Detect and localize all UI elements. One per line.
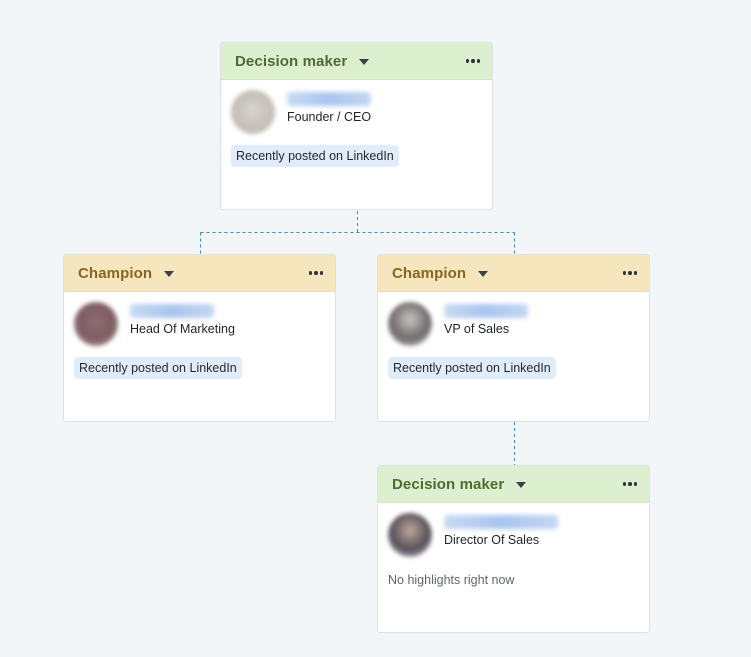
more-options-icon[interactable] [307, 267, 326, 279]
card-header: Champion [64, 255, 335, 292]
highlight-badge[interactable]: Recently posted on LinkedIn [388, 357, 556, 379]
caret-down-icon[interactable] [478, 271, 489, 277]
more-options-icon[interactable] [464, 55, 483, 67]
avatar[interactable] [388, 513, 432, 557]
contact-card[interactable]: Champion Head Of Marketing Recently post… [63, 254, 336, 422]
contact-info: Head Of Marketing [64, 302, 335, 350]
contact-name-redacted[interactable] [287, 92, 371, 106]
org-chart-canvas: Decision maker Founder / CEO Recently po… [0, 0, 751, 657]
card-header: Champion [378, 255, 649, 292]
highlight-badge[interactable]: Recently posted on LinkedIn [231, 145, 399, 167]
job-title: Head Of Marketing [130, 322, 235, 336]
caret-down-icon[interactable] [359, 59, 370, 65]
role-label: Decision maker [235, 52, 348, 70]
contact-name-redacted[interactable] [130, 304, 214, 318]
card-header: Decision maker [378, 466, 649, 503]
contact-name-redacted[interactable] [444, 515, 558, 529]
caret-down-icon[interactable] [164, 271, 175, 277]
contact-card[interactable]: Decision maker Founder / CEO Recently po… [220, 42, 493, 210]
contact-card[interactable]: Decision maker Director Of Sales No high… [377, 465, 650, 633]
avatar[interactable] [388, 302, 432, 346]
role-label: Champion [78, 264, 153, 282]
more-options-icon[interactable] [621, 267, 640, 279]
contact-info: Director Of Sales [378, 513, 649, 561]
job-title: Director Of Sales [444, 533, 540, 547]
highlight-badge[interactable]: Recently posted on LinkedIn [74, 357, 242, 379]
avatar[interactable] [74, 302, 118, 346]
job-title: Founder / CEO [287, 110, 372, 124]
role-label: Decision maker [392, 475, 505, 493]
avatar[interactable] [231, 90, 275, 134]
more-options-icon[interactable] [621, 478, 640, 490]
caret-down-icon[interactable] [516, 482, 527, 488]
connector-root-to-children [200, 211, 515, 254]
no-highlights-text: No highlights right now [388, 573, 515, 587]
contact-info: VP of Sales [378, 302, 649, 350]
contact-name-redacted[interactable] [444, 304, 528, 318]
contact-info: Founder / CEO [221, 90, 492, 138]
role-label: Champion [392, 264, 467, 282]
card-header: Decision maker [221, 43, 492, 80]
job-title: VP of Sales [444, 322, 510, 336]
contact-card[interactable]: Champion VP of Sales Recently posted on … [377, 254, 650, 422]
